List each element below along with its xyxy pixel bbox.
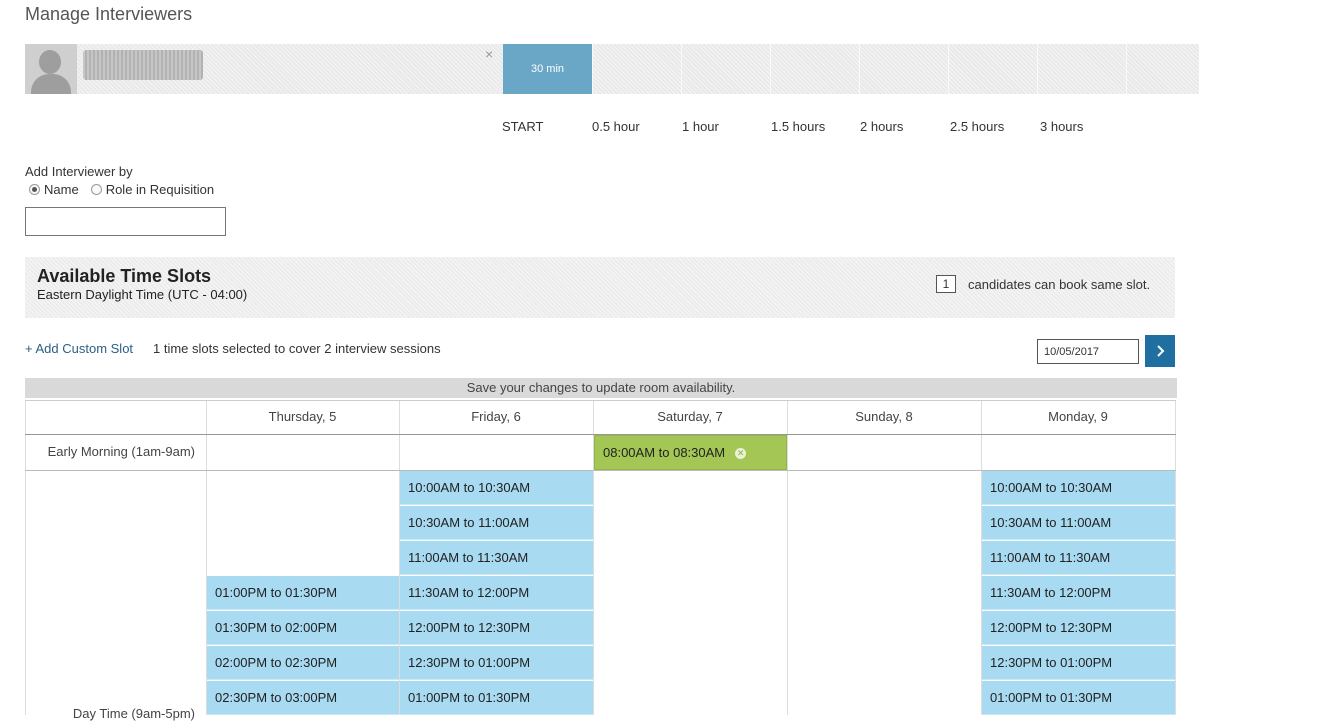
time-slot[interactable]: 01:00PM to 01:30PM xyxy=(207,576,399,610)
available-time-slots-panel: Available Time Slots Eastern Daylight Ti… xyxy=(25,257,1175,318)
time-slot-label: 08:00AM to 08:30AM xyxy=(603,445,726,460)
time-slot[interactable]: 10:00AM to 10:30AM xyxy=(982,471,1175,505)
section-title: Available Time Slots xyxy=(37,266,212,286)
time-slot[interactable]: 01:30PM to 02:00PM xyxy=(207,611,399,645)
row-label-early-morning: Early Morning (1am-9am) xyxy=(47,444,195,459)
time-slot[interactable]: 10:30AM to 11:00AM xyxy=(400,506,593,540)
timezone-label: Eastern Daylight Time (UTC - 04:00) xyxy=(37,287,248,302)
row-label-day-time: Day Time (9am-5pm) xyxy=(72,706,195,721)
calendar-grid: Thursday, 5 Friday, 6 Saturday, 7 Sunday… xyxy=(25,400,1176,721)
day-header-saturday: Saturday, 7 xyxy=(657,409,723,424)
timeline-tick xyxy=(770,44,771,94)
day-header-friday: Friday, 6 xyxy=(471,409,521,424)
day-header-sunday: Sunday, 8 xyxy=(855,409,913,424)
timeline-label: 1 hour xyxy=(682,119,719,134)
timeline-label: 1.5 hours xyxy=(771,119,826,134)
radio-role-label[interactable]: Role in Requisition xyxy=(106,182,214,197)
timeline-label: 2 hours xyxy=(860,119,904,134)
timeline-tick xyxy=(681,44,682,94)
timeline-tick xyxy=(1037,44,1038,94)
timeline-label-start: START xyxy=(502,119,544,134)
interviewer-strip: × 30 min xyxy=(25,44,1199,94)
capacity-text: candidates can book same slot. xyxy=(968,277,1151,292)
add-interviewer-options: Name Role in Requisition xyxy=(29,182,222,197)
time-slot[interactable]: 02:30PM to 03:00PM xyxy=(207,681,399,715)
timeline-tick xyxy=(859,44,860,94)
time-slot[interactable]: 11:30AM to 12:00PM xyxy=(400,576,593,610)
add-custom-slot-link[interactable]: + Add Custom Slot xyxy=(25,341,133,356)
time-slot[interactable]: 12:00PM to 12:30PM xyxy=(400,611,593,645)
avatar xyxy=(25,44,77,94)
timeline-tick xyxy=(1126,44,1127,94)
time-slot[interactable]: 01:00PM to 01:30PM xyxy=(982,681,1175,715)
time-slot[interactable]: 10:30AM to 11:00AM xyxy=(982,506,1175,540)
timeline-label: 3 hours xyxy=(1040,119,1084,134)
radio-name[interactable] xyxy=(29,184,40,195)
radio-role[interactable] xyxy=(90,184,102,195)
time-slot[interactable]: 11:00AM to 11:30AM xyxy=(400,541,593,575)
day-header-thursday: Thursday, 5 xyxy=(268,409,337,424)
radio-name-label[interactable]: Name xyxy=(44,182,79,197)
time-slot[interactable]: 01:00PM to 01:30PM xyxy=(400,681,593,715)
interview-duration-block[interactable]: 30 min xyxy=(503,44,592,94)
day-header-monday: Monday, 9 xyxy=(1048,409,1108,424)
selection-info: 1 time slots selected to cover 2 intervi… xyxy=(153,341,441,356)
time-slot[interactable]: 02:00PM to 02:30PM xyxy=(207,646,399,680)
redacted-interviewer-name xyxy=(83,50,203,80)
interviewer-search-input[interactable] xyxy=(25,207,226,236)
timeline-label: 2.5 hours xyxy=(950,119,1005,134)
time-slot[interactable]: 11:00AM to 11:30AM xyxy=(982,541,1175,575)
page-title: Manage Interviewers xyxy=(25,4,193,24)
date-field[interactable]: 10/05/2017 xyxy=(1037,339,1139,364)
add-interviewer-label: Add Interviewer by xyxy=(25,164,133,179)
time-slot[interactable]: 12:00PM to 12:30PM xyxy=(982,611,1175,645)
capacity-input[interactable]: 1 xyxy=(936,275,956,293)
next-week-button[interactable] xyxy=(1145,335,1175,367)
timeline-label: 0.5 hour xyxy=(592,119,640,134)
save-notice: Save your changes to update room availab… xyxy=(25,378,1177,398)
timeline-tick xyxy=(948,44,949,94)
time-slot[interactable]: 12:30PM to 01:00PM xyxy=(400,646,593,680)
chevron-right-icon xyxy=(1157,345,1165,357)
timeline-tick xyxy=(592,44,593,94)
remove-slot-close-icon[interactable]: ✕ xyxy=(735,448,747,460)
time-slot-selected[interactable]: 08:00AM to 08:30AM ✕ xyxy=(594,435,787,470)
time-slot[interactable]: 10:00AM to 10:30AM xyxy=(400,471,593,505)
remove-interviewer-close-icon[interactable]: × xyxy=(485,46,493,62)
time-slot[interactable]: 12:30PM to 01:00PM xyxy=(982,646,1175,680)
time-slot[interactable]: 11:30AM to 12:00PM xyxy=(982,576,1175,610)
